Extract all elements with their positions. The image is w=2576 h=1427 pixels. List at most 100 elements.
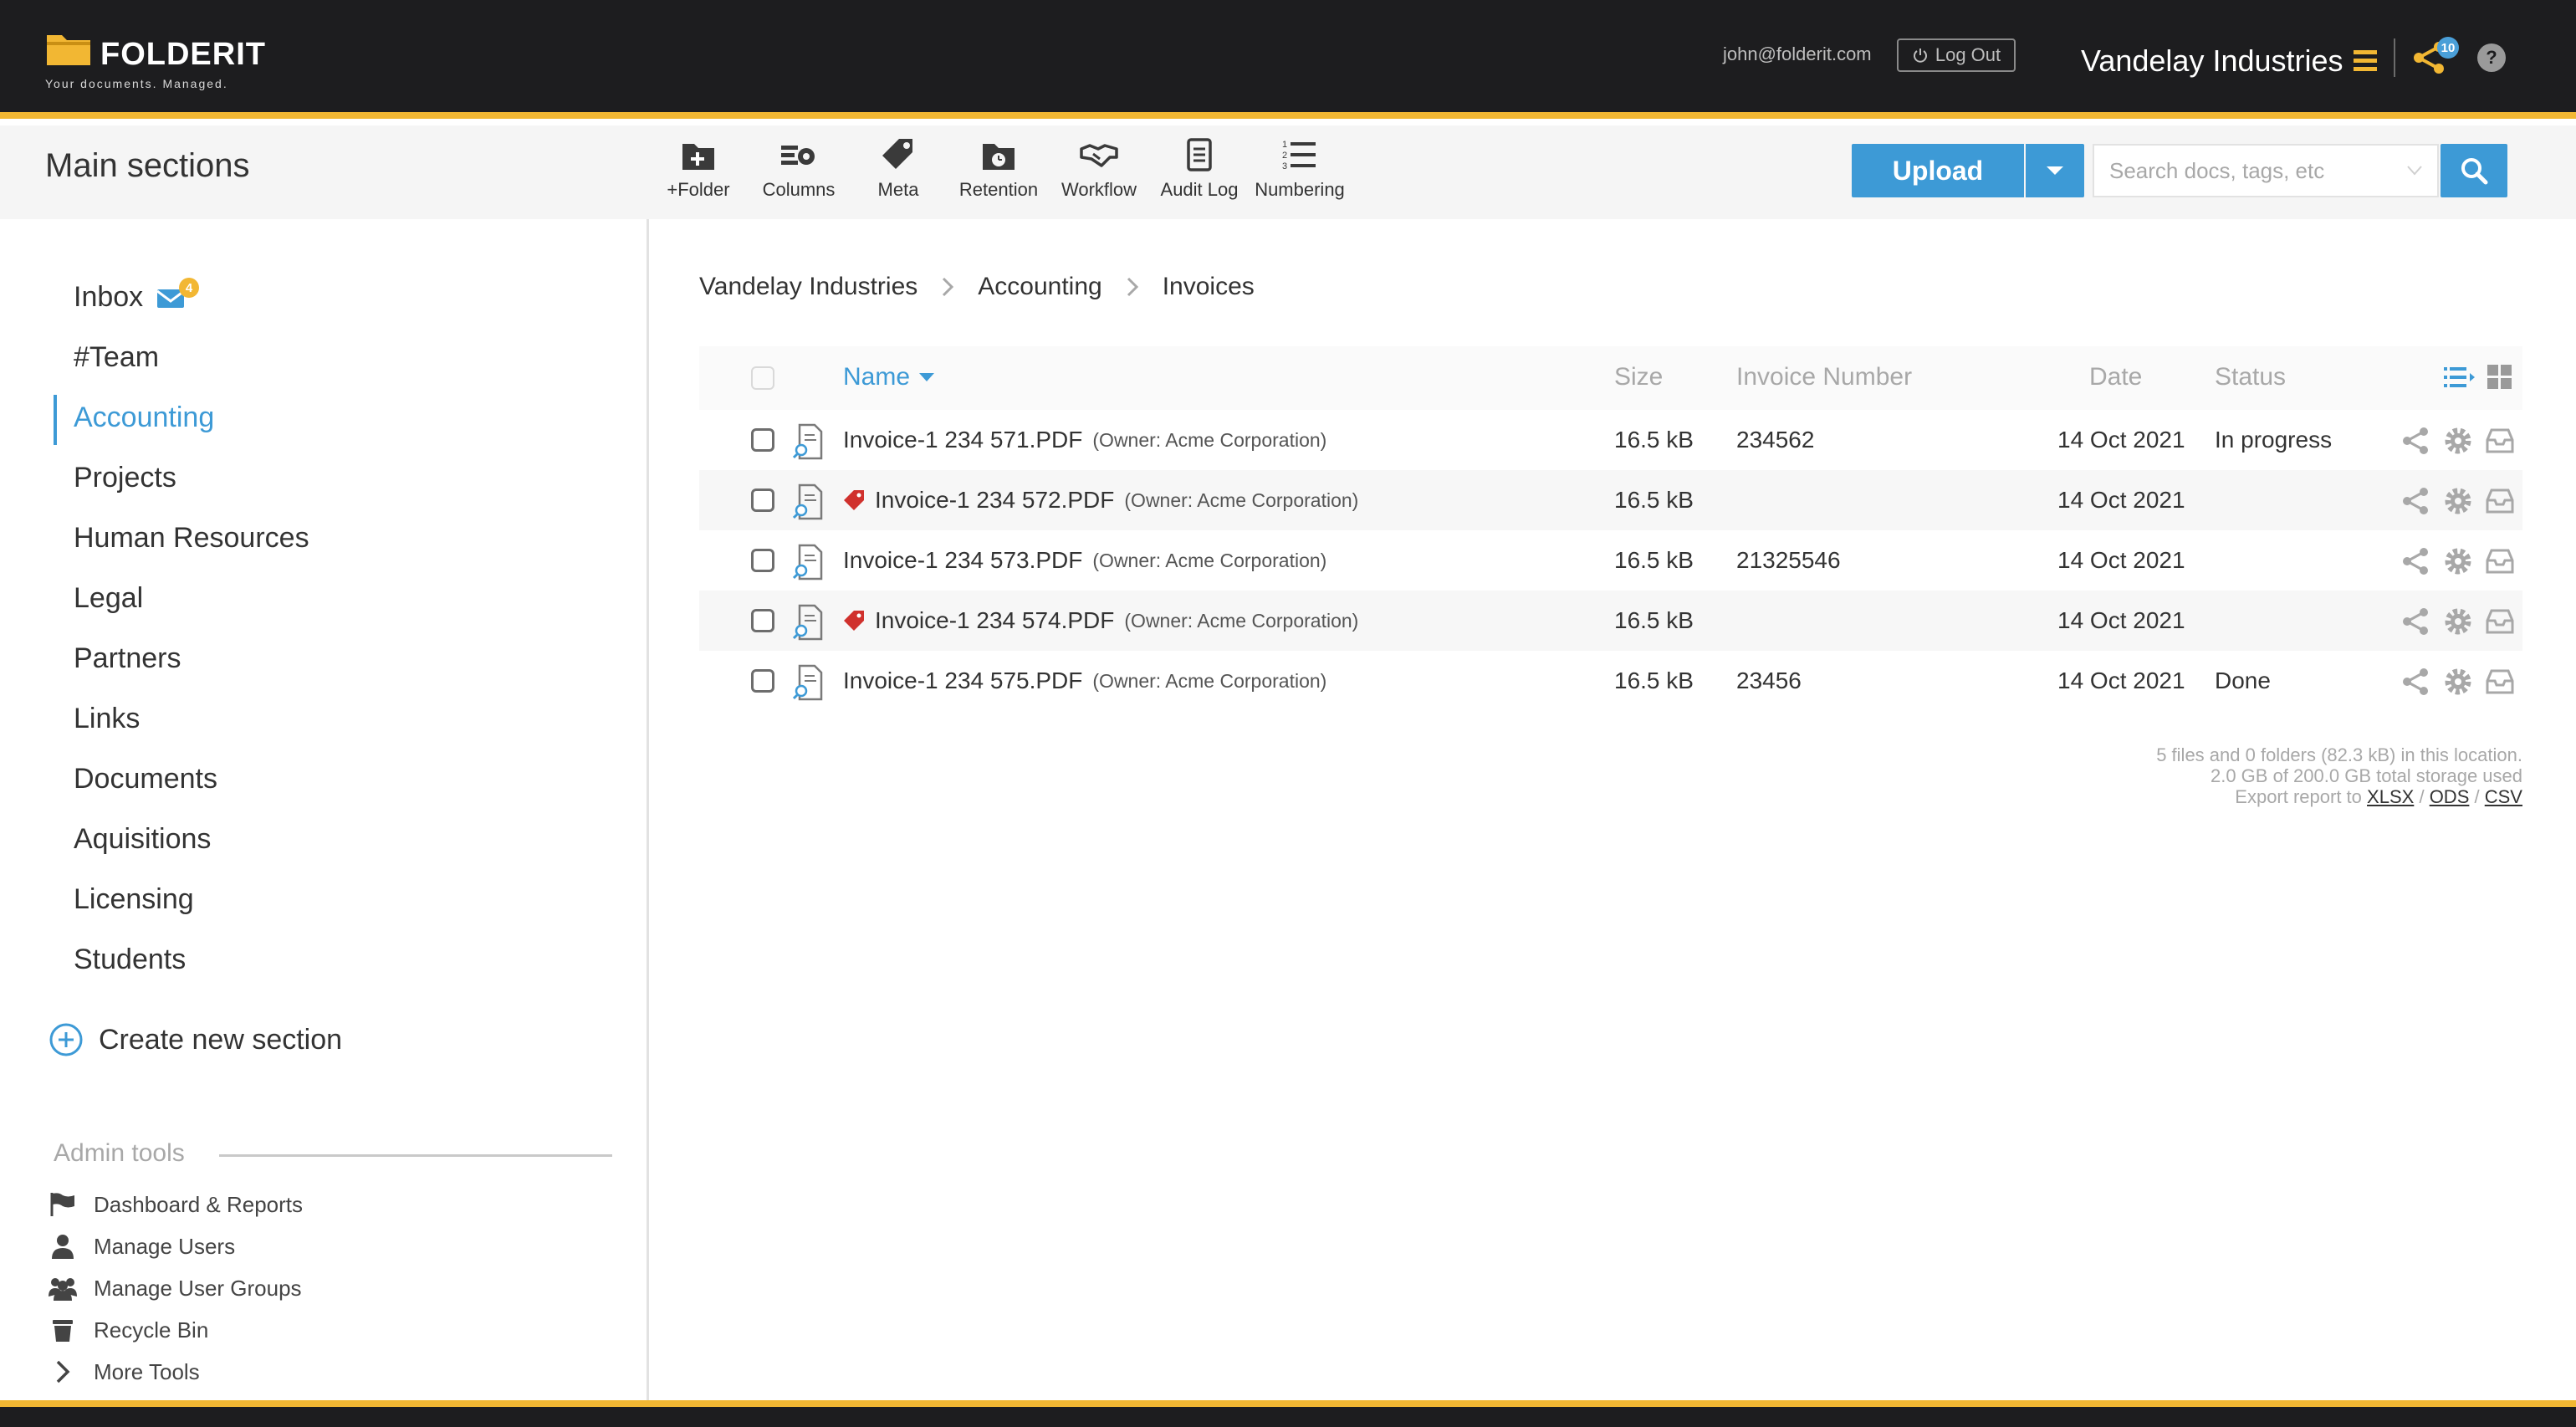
admin-item-more-tools[interactable]: More Tools	[49, 1358, 200, 1385]
inbox-tray-icon[interactable]	[2484, 666, 2516, 698]
numbering-button[interactable]: 1 2 3 Numbering	[1250, 137, 1350, 209]
document-preview-icon[interactable]	[793, 544, 823, 581]
retention-button[interactable]: Retention	[948, 137, 1049, 209]
document-preview-icon[interactable]	[793, 604, 823, 641]
sidebar-item-projects[interactable]: Projects	[74, 462, 176, 494]
export-separator: /	[2474, 786, 2480, 807]
hamburger-menu-icon[interactable]	[2354, 50, 2377, 72]
document-preview-icon[interactable]	[793, 423, 823, 460]
export-csv-link[interactable]: CSV	[2485, 786, 2522, 807]
column-header-invoice-number[interactable]: Invoice Number	[1736, 363, 1912, 391]
document-preview-icon[interactable]	[793, 664, 823, 701]
export-xlsx-link[interactable]: XLSX	[2367, 786, 2414, 807]
sidebar-item-links[interactable]: Links	[74, 703, 140, 735]
file-name-cell[interactable]: Invoice-1 234 571.PDF (Owner: Acme Corpo…	[843, 427, 1326, 453]
audit-log-button[interactable]: Audit Log	[1149, 137, 1250, 209]
file-date: 14 Oct 2021	[2057, 607, 2185, 633]
sidebar-item-legal[interactable]: Legal	[74, 582, 143, 615]
breadcrumb-item-current: Invoices	[1162, 273, 1255, 300]
file-name[interactable]: Invoice-1 234 572.PDF	[875, 487, 1114, 514]
file-name-cell[interactable]: Invoice-1 234 573.PDF (Owner: Acme Corpo…	[843, 547, 1326, 574]
share-icon[interactable]	[2400, 425, 2432, 457]
list-view-icon[interactable]	[2444, 365, 2476, 390]
grid-view-icon[interactable]	[2487, 365, 2512, 390]
breadcrumb-item[interactable]: Vandelay Industries	[699, 273, 917, 301]
table-row[interactable]: Invoice-1 234 574.PDF (Owner: Acme Corpo…	[699, 591, 2522, 651]
search-button[interactable]	[2441, 144, 2507, 197]
file-name[interactable]: Invoice-1 234 571.PDF	[843, 427, 1082, 453]
export-ods-link[interactable]: ODS	[2430, 786, 2470, 807]
sidebar-item-accounting[interactable]: Accounting	[74, 402, 214, 434]
file-name-cell[interactable]: Invoice-1 234 575.PDF (Owner: Acme Corpo…	[843, 667, 1326, 694]
inbox-tray-icon[interactable]	[2484, 425, 2516, 457]
sidebar-item-partners[interactable]: Partners	[74, 642, 181, 675]
share-icon[interactable]	[2400, 606, 2432, 637]
columns-button[interactable]: Columns	[749, 137, 849, 209]
column-header-name[interactable]: Name	[843, 363, 935, 391]
share-icon[interactable]	[2400, 545, 2432, 577]
admin-item-manage-users[interactable]: Manage Users	[49, 1233, 235, 1260]
row-checkbox[interactable]	[751, 549, 774, 572]
sidebar-item-aquisitions[interactable]: Aquisitions	[74, 823, 211, 856]
share-icon[interactable]	[2400, 666, 2432, 698]
help-icon[interactable]: ?	[2477, 43, 2506, 72]
sidebar-item-documents[interactable]: Documents	[74, 763, 217, 795]
create-section-button[interactable]: Create new section	[49, 1022, 342, 1057]
table-row[interactable]: Invoice-1 234 573.PDF (Owner: Acme Corpo…	[699, 530, 2522, 591]
sidebar-item-licensing[interactable]: Licensing	[74, 883, 194, 916]
table-row[interactable]: Invoice-1 234 571.PDF (Owner: Acme Corpo…	[699, 410, 2522, 470]
sidebar-item-team[interactable]: #Team	[74, 341, 159, 374]
upload-button[interactable]: Upload	[1852, 144, 2024, 197]
upload-options-button[interactable]	[2026, 144, 2084, 197]
file-name[interactable]: Invoice-1 234 575.PDF	[843, 667, 1082, 694]
red-tag-icon	[844, 490, 864, 510]
admin-divider	[219, 1154, 612, 1157]
file-name[interactable]: Invoice-1 234 573.PDF	[843, 547, 1082, 574]
table-row[interactable]: Invoice-1 234 575.PDF (Owner: Acme Corpo…	[699, 651, 2522, 711]
document-preview-icon[interactable]	[793, 483, 823, 520]
select-all-checkbox[interactable]	[751, 366, 774, 390]
gear-icon[interactable]	[2442, 545, 2474, 577]
search-dropdown-icon[interactable]	[2407, 166, 2422, 176]
meta-button[interactable]: Meta	[848, 137, 948, 209]
sort-down-icon	[919, 373, 935, 381]
row-checkbox[interactable]	[751, 609, 774, 632]
add-folder-icon	[682, 144, 714, 170]
folderit-logo[interactable]: FOLDERIT Your documents. Managed.	[45, 30, 296, 94]
row-checkbox[interactable]	[751, 428, 774, 452]
share-icon[interactable]	[2400, 485, 2432, 517]
sidebar-item-inbox[interactable]: Inbox	[74, 281, 143, 314]
gear-icon[interactable]	[2442, 485, 2474, 517]
gear-icon[interactable]	[2442, 606, 2474, 637]
file-name[interactable]: Invoice-1 234 574.PDF	[875, 607, 1114, 634]
sidebar-item-human-resources[interactable]: Human Resources	[74, 522, 309, 555]
file-owner: (Owner: Acme Corporation)	[1092, 549, 1327, 571]
column-header-date[interactable]: Date	[2089, 363, 2142, 391]
file-status: Done	[2215, 667, 2271, 693]
gear-icon[interactable]	[2442, 666, 2474, 698]
file-owner: (Owner: Acme Corporation)	[1092, 669, 1327, 692]
inbox-tray-icon[interactable]	[2484, 606, 2516, 637]
flag-icon	[50, 1193, 74, 1216]
organization-name[interactable]: Vandelay Industries	[2081, 43, 2343, 79]
column-header-status[interactable]: Status	[2215, 363, 2286, 391]
gear-icon[interactable]	[2442, 425, 2474, 457]
admin-item-user-groups[interactable]: Manage User Groups	[49, 1275, 302, 1302]
file-name-cell[interactable]: Invoice-1 234 574.PDF (Owner: Acme Corpo…	[843, 607, 1358, 634]
search-input[interactable]	[2093, 144, 2439, 197]
sidebar-item-students[interactable]: Students	[74, 944, 186, 976]
workflow-button[interactable]: Workflow	[1049, 137, 1149, 209]
admin-item-recycle-bin[interactable]: Recycle Bin	[49, 1317, 208, 1343]
column-header-size[interactable]: Size	[1614, 363, 1663, 391]
row-checkbox[interactable]	[751, 488, 774, 512]
table-row[interactable]: Invoice-1 234 572.PDF (Owner: Acme Corpo…	[699, 470, 2522, 530]
logout-button[interactable]: Log Out	[1897, 38, 2016, 72]
row-checkbox[interactable]	[751, 669, 774, 693]
admin-item-dashboard[interactable]: Dashboard & Reports	[49, 1191, 303, 1218]
export-prefix: Export report to	[2235, 786, 2362, 807]
file-name-cell[interactable]: Invoice-1 234 572.PDF (Owner: Acme Corpo…	[843, 487, 1358, 514]
breadcrumb-item[interactable]: Accounting	[978, 273, 1101, 301]
inbox-tray-icon[interactable]	[2484, 545, 2516, 577]
inbox-tray-icon[interactable]	[2484, 485, 2516, 517]
add-folder-button[interactable]: +Folder	[648, 137, 749, 209]
